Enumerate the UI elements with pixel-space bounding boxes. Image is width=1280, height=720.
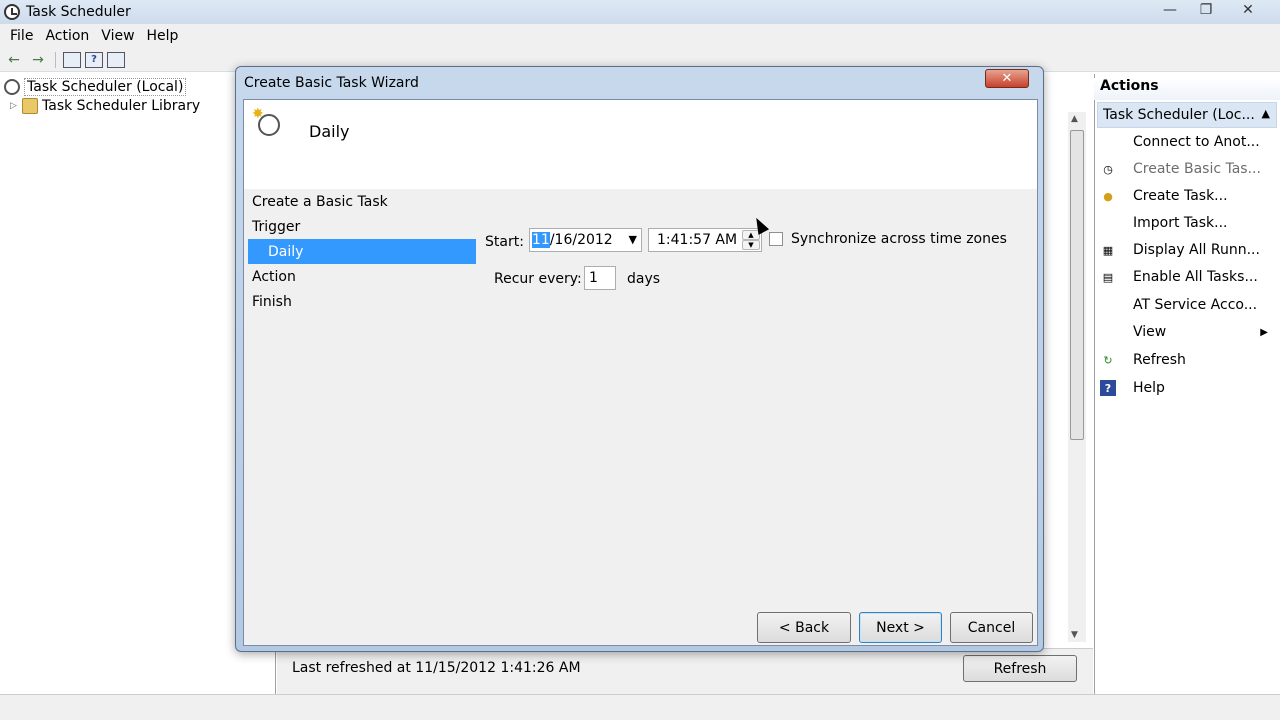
action-create-basic-task[interactable]: ◷ Create Basic Tas... [1100,158,1278,180]
help-icon: ? [1100,380,1116,396]
action-enable-history[interactable]: ▤ Enable All Tasks... [1100,266,1278,288]
synchronize-label: Synchronize across time zones [791,231,1007,247]
scheduled-task-icon: ✸ [252,106,280,136]
main-titlebar: Task Scheduler — ❐ ✕ [0,0,1280,24]
action-at-service[interactable]: AT Service Acco... [1100,294,1278,316]
tree-item-task-scheduler-local[interactable]: Task Scheduler (Local) [4,78,187,96]
create-basic-task-wizard: Create Basic Task Wizard ✕ ✸ Daily Creat… [235,66,1044,652]
step-daily[interactable]: Daily [248,239,476,264]
spin-down-icon[interactable]: ▼ [742,240,760,250]
action-label: Display All Runn... [1133,242,1260,258]
status-bar [0,694,1280,720]
action-label: Import Task... [1133,215,1228,231]
clock-icon [4,79,20,95]
task-scheduler-icon [4,4,20,20]
action-view[interactable]: View ▶ [1100,321,1278,343]
dialog-body: ✸ Daily Create a Basic Task Trigger Dail… [243,99,1038,646]
blank-icon [1100,297,1116,313]
wizard-header: ✸ Daily [244,100,1037,189]
back-arrow-icon[interactable]: ← [4,51,24,69]
action-label: Connect to Anot... [1133,134,1260,150]
blank-icon [1100,215,1116,231]
show-hide-console-tree-icon[interactable] [63,51,81,68]
time-value: 1:41:57 AM [657,232,738,248]
cancel-button[interactable]: Cancel [950,612,1033,643]
action-help[interactable]: ? Help [1100,377,1278,399]
start-time-field[interactable]: 1:41:57 AM ▲ ▼ [648,228,762,252]
action-label: Create Task... [1133,188,1228,204]
action-label: Create Basic Tas... [1133,161,1261,177]
maximize-button[interactable]: ❐ [1188,0,1224,20]
tree-item-label: Task Scheduler Library [42,98,201,114]
minimize-button[interactable]: — [1152,0,1188,20]
step-trigger[interactable]: Trigger [248,214,476,239]
action-label: Refresh [1133,352,1186,368]
action-label: View [1133,324,1167,340]
scroll-down-icon[interactable]: ▼ [1071,630,1078,640]
action-refresh[interactable]: ↻ Refresh [1100,349,1278,371]
actions-group-header[interactable]: Task Scheduler (Loc... ▲ [1097,102,1277,128]
show-hide-action-pane-icon[interactable] [107,51,125,68]
recur-unit-label: days [627,271,661,287]
help-icon[interactable]: ? [85,51,103,68]
action-connect[interactable]: Connect to Anot... [1100,131,1278,153]
dialog-title: Create Basic Task Wizard [244,75,419,91]
step-finish[interactable]: Finish [248,289,476,314]
refresh-button[interactable]: Refresh [963,655,1077,682]
action-display-running[interactable]: ▦ Display All Runn... [1100,239,1278,261]
expand-arrow-icon[interactable]: ▷ [10,101,18,111]
history-icon: ▤ [1102,270,1114,284]
action-label: Enable All Tasks... [1133,269,1258,285]
action-label: Help [1133,380,1165,396]
date-rest: /16/2012 [549,232,613,248]
forward-arrow-icon[interactable]: → [28,51,48,69]
create-task-icon: ● [1103,189,1113,203]
dialog-close-button[interactable]: ✕ [985,69,1029,88]
scrollbar-thumb[interactable] [1070,130,1084,440]
running-tasks-icon: ▦ [1102,243,1114,257]
menu-file[interactable]: File [4,28,39,44]
start-label: Start: [485,234,524,250]
menu-action[interactable]: Action [39,28,95,44]
wizard-page-title: Daily [309,122,350,141]
step-action[interactable]: Action [248,264,476,289]
window-title: Task Scheduler [26,4,131,20]
menu-view[interactable]: View [95,28,140,44]
center-scrollbar[interactable]: ▲ ▼ [1068,112,1086,642]
back-button[interactable]: < Back [757,612,851,643]
actions-title: Actions [1094,78,1280,100]
actions-group-label: Task Scheduler (Loc... [1103,107,1255,123]
recur-every-label: Recur every: [494,271,582,287]
tree-item-task-scheduler-library[interactable]: ▷ Task Scheduler Library [10,98,200,114]
submenu-arrow-icon: ▶ [1260,326,1268,338]
action-create-task[interactable]: ● Create Task... [1100,185,1278,207]
blank-icon [1100,134,1116,150]
start-date-picker[interactable]: 11 /16/2012 ▼ [529,228,642,252]
collapse-arrow-icon[interactable]: ▲ [1262,107,1270,120]
recur-every-input[interactable]: 1 [584,266,616,290]
menu-help[interactable]: Help [141,28,185,44]
menu-bar: File Action View Help [0,24,1280,48]
scroll-up-icon[interactable]: ▲ [1071,114,1078,124]
synchronize-checkbox[interactable] [769,232,783,246]
action-label: AT Service Acco... [1133,297,1258,313]
folder-icon [22,98,38,114]
refresh-icon: ↻ [1103,353,1113,367]
date-month-selected: 11 [532,232,550,248]
window-controls: — ❐ ✕ [1152,0,1272,20]
dropdown-arrow-icon[interactable]: ▼ [629,233,637,246]
toolbar-separator [55,51,56,68]
next-button[interactable]: Next > [859,612,942,643]
action-import-task[interactable]: Import Task... [1100,212,1278,234]
wizard-steps: Create a Basic Task Trigger Daily Action… [248,189,476,609]
close-button[interactable]: ✕ [1224,0,1272,20]
clock-icon: ◷ [1103,162,1113,176]
step-create-basic-task[interactable]: Create a Basic Task [248,189,476,214]
last-refreshed-text: Last refreshed at 11/15/2012 1:41:26 AM [292,660,581,676]
blank-icon [1100,324,1116,340]
tree-item-label: Task Scheduler (Local) [24,78,187,96]
